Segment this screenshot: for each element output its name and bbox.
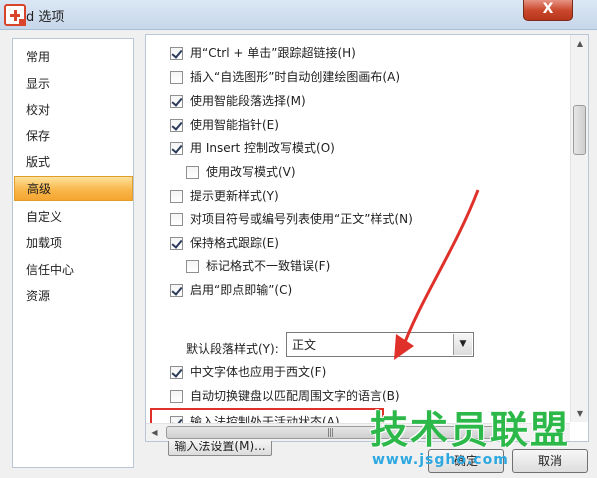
sidebar-item-customize[interactable]: 自定义 bbox=[14, 205, 133, 230]
scroll-up-icon[interactable]: ▲ bbox=[572, 35, 588, 52]
sidebar-item-advanced[interactable]: 高级 bbox=[14, 176, 133, 201]
checkbox[interactable] bbox=[170, 190, 183, 203]
checkbox[interactable] bbox=[170, 119, 183, 132]
app-icon bbox=[4, 4, 26, 26]
checkbox[interactable] bbox=[170, 213, 183, 226]
checkbox[interactable] bbox=[170, 366, 183, 379]
window-title: d 选项 bbox=[26, 10, 65, 25]
sidebar-item-display[interactable]: 显示 bbox=[14, 72, 133, 97]
default-paragraph-style-label: 默认段落样式(Y): bbox=[186, 342, 279, 356]
sidebar-item-trust-center[interactable]: 信任中心 bbox=[14, 258, 133, 283]
checkbox[interactable] bbox=[186, 260, 199, 273]
checkbox[interactable] bbox=[170, 47, 183, 60]
vertical-scrollbar[interactable]: ▲ ▼ bbox=[570, 35, 588, 422]
checkbox[interactable] bbox=[170, 95, 183, 108]
sidebar: 常用 显示 校对 保存 版式 高级 自定义 加载项 信任中心 资源 bbox=[12, 38, 134, 468]
checkbox[interactable] bbox=[170, 390, 183, 403]
advanced-options-panel: 用“Ctrl + 单击”跟踪超链接(H) 插入“自选图形”时自动创建绘图画布(A… bbox=[145, 34, 589, 456]
sidebar-item-popular[interactable]: 常用 bbox=[14, 45, 133, 70]
dropdown-arrow-icon[interactable]: ▼ bbox=[453, 334, 472, 355]
sidebar-item-resources[interactable]: 资源 bbox=[14, 284, 133, 309]
checkbox[interactable] bbox=[170, 284, 183, 297]
watermark-logo: 技术员联盟 www.jsgho.com bbox=[370, 408, 571, 468]
title-bar: d 选项 X bbox=[0, 0, 597, 30]
sidebar-item-layout[interactable]: 版式 bbox=[14, 150, 133, 175]
default-paragraph-style-select[interactable]: 正文 ▼ bbox=[286, 332, 474, 357]
checkbox[interactable] bbox=[170, 142, 183, 155]
checkbox[interactable] bbox=[170, 71, 183, 84]
sidebar-item-proofing[interactable]: 校对 bbox=[14, 98, 133, 123]
vertical-scroll-thumb[interactable] bbox=[573, 105, 586, 155]
sidebar-item-save[interactable]: 保存 bbox=[14, 124, 133, 149]
checkbox[interactable] bbox=[170, 237, 183, 250]
sidebar-item-addins[interactable]: 加载项 bbox=[14, 231, 133, 256]
scroll-left-icon[interactable]: ◀ bbox=[146, 424, 163, 441]
checkbox[interactable] bbox=[186, 166, 199, 179]
close-button[interactable]: X bbox=[523, 0, 573, 21]
